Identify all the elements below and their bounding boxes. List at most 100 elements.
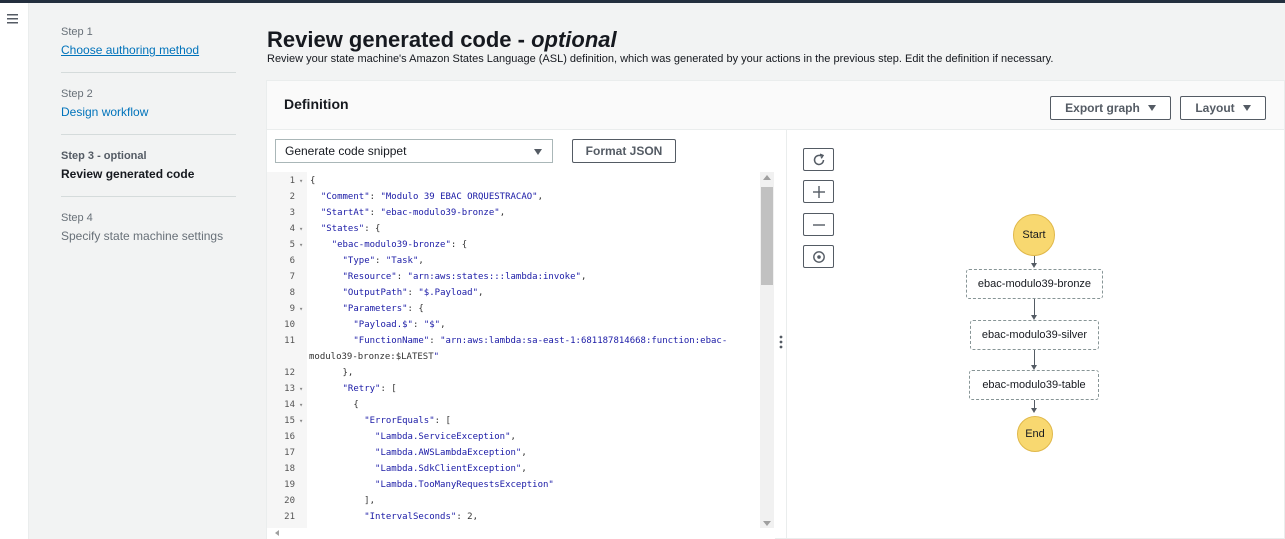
line-number: 15	[284, 416, 295, 426]
scroll-left-icon[interactable]	[275, 530, 279, 536]
scroll-up-icon[interactable]	[763, 175, 771, 180]
fold-toggle-icon[interactable]: ▾	[299, 173, 303, 189]
code-text: "States": {	[320, 224, 381, 234]
caret-down-icon	[1147, 105, 1156, 111]
page-title-main: Review generated code -	[267, 27, 532, 52]
code-editor-area: Generate code snippet Format JSON 1 ▾ {2 "…	[267, 130, 786, 539]
step-number: Step 1	[61, 26, 93, 38]
code-text: },	[310, 368, 354, 378]
line-number: 10	[284, 320, 295, 330]
caret-down-icon	[534, 149, 542, 155]
scroll-thumb[interactable]	[761, 187, 773, 285]
fold-toggle-icon[interactable]: ▾	[299, 381, 303, 397]
definition-title: Definition	[284, 96, 349, 112]
format-json-button[interactable]: Format JSON	[572, 139, 676, 163]
step-3: Step 3 - optional Review generated code	[61, 149, 236, 197]
zoom-in-icon[interactable]	[803, 180, 834, 203]
line-number: 4	[289, 224, 295, 234]
end-node[interactable]: End	[1017, 416, 1053, 452]
line-number: 11	[284, 336, 295, 346]
wizard-steps: Step 1 Choose authoring method Step 2 De…	[61, 25, 236, 272]
code-text: "ebac-modulo39-bronze": {	[331, 240, 468, 250]
line-number: 2	[289, 192, 295, 202]
step-number: Step 4	[61, 212, 93, 224]
layout-label: Layout	[1195, 101, 1235, 115]
line-number: 3	[289, 208, 295, 218]
hamburger-menu-icon[interactable]	[6, 13, 20, 27]
page-title: Review generated code - optional	[267, 26, 617, 54]
code-text: "Payload.$": "$",	[353, 320, 446, 330]
line-number: 21	[284, 512, 295, 522]
resize-handle-icon[interactable]	[778, 335, 783, 349]
line-number: 1	[289, 176, 295, 186]
top-bar	[0, 0, 1285, 3]
horizontal-scrollbar[interactable]	[267, 528, 775, 539]
left-rail	[0, 3, 29, 539]
code-text: "Lambda.ServiceException",	[375, 432, 516, 442]
zoom-out-icon[interactable]	[803, 213, 834, 236]
fold-toggle-icon[interactable]: ▾	[299, 301, 303, 317]
code-text: "IntervalSeconds": 2,	[364, 512, 478, 522]
step-4: Step 4 Specify state machine settings	[61, 211, 236, 258]
start-node[interactable]: Start	[1013, 214, 1055, 256]
state-node-table[interactable]: ebac-modulo39-table	[969, 370, 1099, 400]
fold-toggle-icon[interactable]: ▾	[299, 237, 303, 253]
code-text: "Parameters": {	[342, 304, 424, 314]
refresh-icon[interactable]	[803, 148, 834, 171]
code-text: {	[310, 176, 316, 186]
fold-toggle-icon[interactable]: ▾	[299, 221, 303, 237]
step-number: Step 2	[61, 88, 93, 100]
export-graph-button[interactable]: Export graph	[1050, 96, 1171, 120]
code-text: {	[310, 400, 359, 410]
code-text: "Type": "Task",	[342, 256, 424, 266]
arrowhead-icon	[1031, 408, 1037, 413]
line-number: 13	[284, 384, 295, 394]
start-label: Start	[1022, 229, 1046, 241]
scroll-down-icon[interactable]	[763, 521, 771, 526]
line-number: 12	[284, 368, 295, 378]
center-icon[interactable]	[803, 245, 834, 268]
vertical-scrollbar[interactable]	[760, 172, 774, 528]
code-text: ],	[310, 496, 376, 506]
step-2: Step 2 Design workflow	[61, 87, 236, 135]
step-current-review-generated-code: Review generated code	[61, 167, 195, 181]
code-text: "ErrorEquals": [	[364, 416, 451, 426]
code-editor[interactable]: 1 ▾ {2 "Comment": "Modulo 39 EBAC ORQUESTR…	[267, 172, 775, 528]
step-link-design-workflow[interactable]: Design workflow	[61, 104, 236, 121]
step-link-choose-authoring-method[interactable]: Choose authoring method	[61, 42, 236, 59]
line-number: 17	[284, 448, 295, 458]
layout-button[interactable]: Layout	[1180, 96, 1266, 120]
code-text: "Lambda.AWSLambdaException",	[375, 448, 527, 458]
code-text: "FunctionName": "arn:aws:lambda:sa-east-…	[353, 336, 728, 346]
export-graph-label: Export graph	[1065, 101, 1140, 115]
code-text: modulo39-bronze:$LATEST"	[309, 352, 440, 362]
format-json-label: Format JSON	[585, 144, 663, 158]
fold-toggle-icon[interactable]: ▾	[299, 413, 303, 429]
code-text: "Lambda.SdkClientException",	[375, 464, 527, 474]
code-text: "Comment": "Modulo 39 EBAC ORQUESTRACAO"…	[320, 192, 544, 202]
code-text: "Retry": [	[342, 384, 397, 394]
fold-toggle-icon[interactable]: ▾	[299, 397, 303, 413]
definition-panel: Definition Export graph Layout Generate …	[266, 80, 1285, 539]
state-node-bronze[interactable]: ebac-modulo39-bronze	[966, 269, 1103, 299]
code-text: "StartAt": "ebac-modulo39-bronze",	[320, 208, 506, 218]
line-number: 19	[284, 480, 295, 490]
end-label: End	[1025, 428, 1045, 440]
generate-code-snippet-select[interactable]: Generate code snippet	[275, 139, 553, 163]
line-number: 5	[289, 240, 295, 250]
state-label: ebac-modulo39-silver	[981, 329, 1088, 341]
step-label-specify-settings: Specify state machine settings	[61, 229, 224, 243]
line-number: 20	[284, 496, 295, 506]
state-label: ebac-modulo39-bronze	[977, 278, 1092, 290]
workflow-graph: Start ebac-modulo39-bronze ebac-modulo39…	[787, 130, 1284, 539]
code-text: "Lambda.TooManyRequestsException"	[375, 480, 554, 490]
code-text: "OutputPath": "$.Payload",	[342, 288, 484, 298]
state-node-silver[interactable]: ebac-modulo39-silver	[970, 320, 1099, 350]
state-label: ebac-modulo39-table	[982, 379, 1086, 391]
page-title-optional: optional	[531, 27, 617, 52]
step-number: Step 3 - optional	[61, 150, 147, 162]
step-1: Step 1 Choose authoring method	[61, 25, 236, 73]
definition-header: Definition Export graph Layout	[267, 81, 1284, 130]
caret-down-icon	[1242, 105, 1251, 111]
line-number: 9	[289, 304, 295, 314]
